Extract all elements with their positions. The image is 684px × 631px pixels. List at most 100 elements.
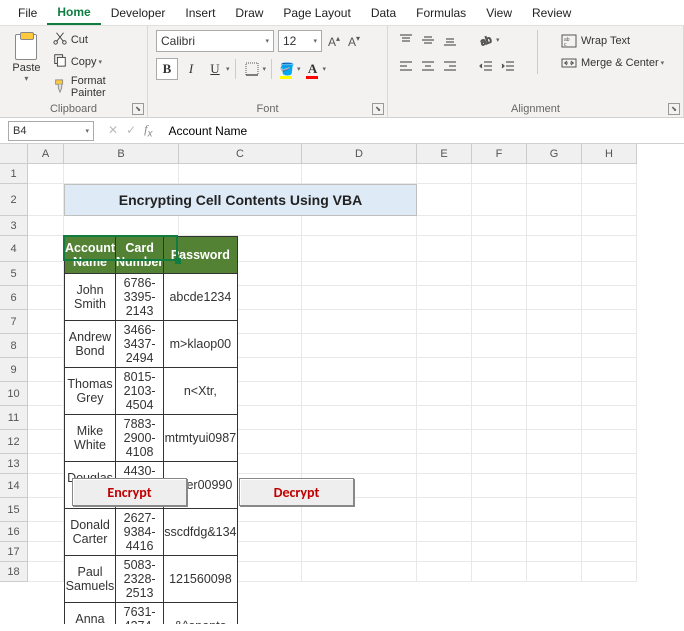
fx-button[interactable]: fx [144, 122, 152, 139]
menu-view[interactable]: View [476, 2, 522, 24]
table-cell[interactable]: 7631-4374-9379 [116, 603, 164, 625]
row-header-18[interactable]: 18 [0, 562, 28, 582]
row-header-8[interactable]: 8 [0, 334, 28, 358]
table-cell[interactable]: m>klaop00 [164, 321, 237, 368]
cell[interactable] [417, 358, 472, 382]
cell[interactable] [582, 382, 637, 406]
cell[interactable] [582, 474, 637, 498]
align-center-button[interactable] [418, 56, 438, 76]
row-header-12[interactable]: 12 [0, 430, 28, 454]
cell[interactable] [527, 454, 582, 474]
cell[interactable] [302, 522, 417, 542]
table-cell[interactable]: Mike White [65, 415, 116, 462]
column-header-D[interactable]: D [302, 144, 417, 164]
cell[interactable] [472, 522, 527, 542]
column-header-G[interactable]: G [527, 144, 582, 164]
table-cell[interactable]: 6786-3395-2143 [116, 274, 164, 321]
cell[interactable] [28, 164, 64, 184]
cell[interactable] [28, 562, 64, 582]
merge-center-button[interactable]: Merge & Center ▾ [557, 54, 668, 72]
cell[interactable] [527, 406, 582, 430]
dialog-launcher-icon[interactable]: ⬊ [668, 103, 680, 115]
chevron-down-icon[interactable]: ▾ [226, 65, 230, 73]
cell[interactable] [527, 382, 582, 406]
cell[interactable] [582, 262, 637, 286]
fill-handle[interactable] [175, 258, 181, 264]
orientation-button[interactable]: ab [476, 30, 496, 50]
cell[interactable] [28, 236, 64, 262]
increase-font-button[interactable]: A▴ [326, 34, 342, 49]
chevron-down-icon[interactable]: ▾ [99, 58, 103, 66]
row-header-11[interactable]: 11 [0, 406, 28, 430]
cell[interactable] [472, 164, 527, 184]
cell[interactable] [472, 562, 527, 582]
italic-button[interactable]: I [180, 58, 202, 80]
column-header-E[interactable]: E [417, 144, 472, 164]
cell[interactable] [582, 164, 637, 184]
row-header-14[interactable]: 14 [0, 474, 28, 498]
formula-bar-input[interactable] [162, 121, 684, 141]
cell[interactable] [302, 382, 417, 406]
cell[interactable] [582, 236, 637, 262]
cell[interactable] [582, 406, 637, 430]
cell[interactable] [417, 406, 472, 430]
cell[interactable] [582, 542, 637, 562]
cell[interactable] [28, 498, 64, 522]
paste-button[interactable]: Paste ▾ [8, 30, 45, 100]
cell[interactable] [472, 406, 527, 430]
cell[interactable] [28, 474, 64, 498]
cell[interactable] [28, 286, 64, 310]
cell[interactable] [302, 216, 417, 236]
menu-insert[interactable]: Insert [175, 2, 225, 24]
cell[interactable] [472, 310, 527, 334]
chevron-down-icon[interactable]: ▾ [263, 65, 267, 73]
table-cell[interactable]: mtmtyui0987 [164, 415, 237, 462]
increase-indent-button[interactable] [498, 56, 518, 76]
cell[interactable] [527, 358, 582, 382]
cell[interactable] [527, 164, 582, 184]
cell[interactable] [417, 474, 472, 498]
cell[interactable] [64, 164, 179, 184]
chevron-down-icon[interactable]: ▾ [24, 74, 28, 83]
table-cell[interactable]: &^opopto [164, 603, 237, 625]
decrease-font-button[interactable]: A▾ [346, 34, 362, 49]
cell[interactable] [582, 184, 637, 216]
table-cell[interactable]: Andrew Bond [65, 321, 116, 368]
align-middle-button[interactable] [418, 30, 438, 50]
chevron-down-icon[interactable]: ▾ [661, 59, 665, 67]
cell[interactable] [302, 236, 417, 262]
cell[interactable] [179, 216, 302, 236]
table-cell[interactable]: John Smith [65, 274, 116, 321]
cell[interactable] [28, 542, 64, 562]
name-box[interactable]: B4 ▾ [8, 121, 94, 141]
cell[interactable] [28, 184, 64, 216]
cell[interactable] [28, 430, 64, 454]
cell[interactable] [582, 522, 637, 542]
cell[interactable] [527, 262, 582, 286]
menu-page-layout[interactable]: Page Layout [273, 2, 360, 24]
sheet-title[interactable]: Encrypting Cell Contents Using VBA [64, 184, 417, 216]
cell[interactable] [417, 562, 472, 582]
cell[interactable] [472, 430, 527, 454]
table-cell[interactable]: Anna Marie [65, 603, 116, 625]
cell[interactable] [472, 184, 527, 216]
align-left-button[interactable] [396, 56, 416, 76]
table-cell[interactable]: n<Xtr, [164, 368, 237, 415]
cell[interactable] [527, 236, 582, 262]
cell[interactable] [582, 430, 637, 454]
cell[interactable] [302, 406, 417, 430]
font-color-button[interactable]: A [303, 58, 323, 80]
row-header-2[interactable]: 2 [0, 184, 28, 216]
cut-button[interactable]: Cut [49, 30, 139, 49]
cell[interactable] [417, 382, 472, 406]
cell[interactable] [582, 286, 637, 310]
select-all-corner[interactable] [0, 144, 28, 164]
row-header-5[interactable]: 5 [0, 262, 28, 286]
row-header-13[interactable]: 13 [0, 454, 28, 474]
cell[interactable] [582, 358, 637, 382]
cell[interactable] [64, 216, 179, 236]
cell[interactable] [28, 382, 64, 406]
table-cell[interactable]: 8015-2103-4504 [116, 368, 164, 415]
cell[interactable] [582, 498, 637, 522]
cell[interactable] [28, 454, 64, 474]
